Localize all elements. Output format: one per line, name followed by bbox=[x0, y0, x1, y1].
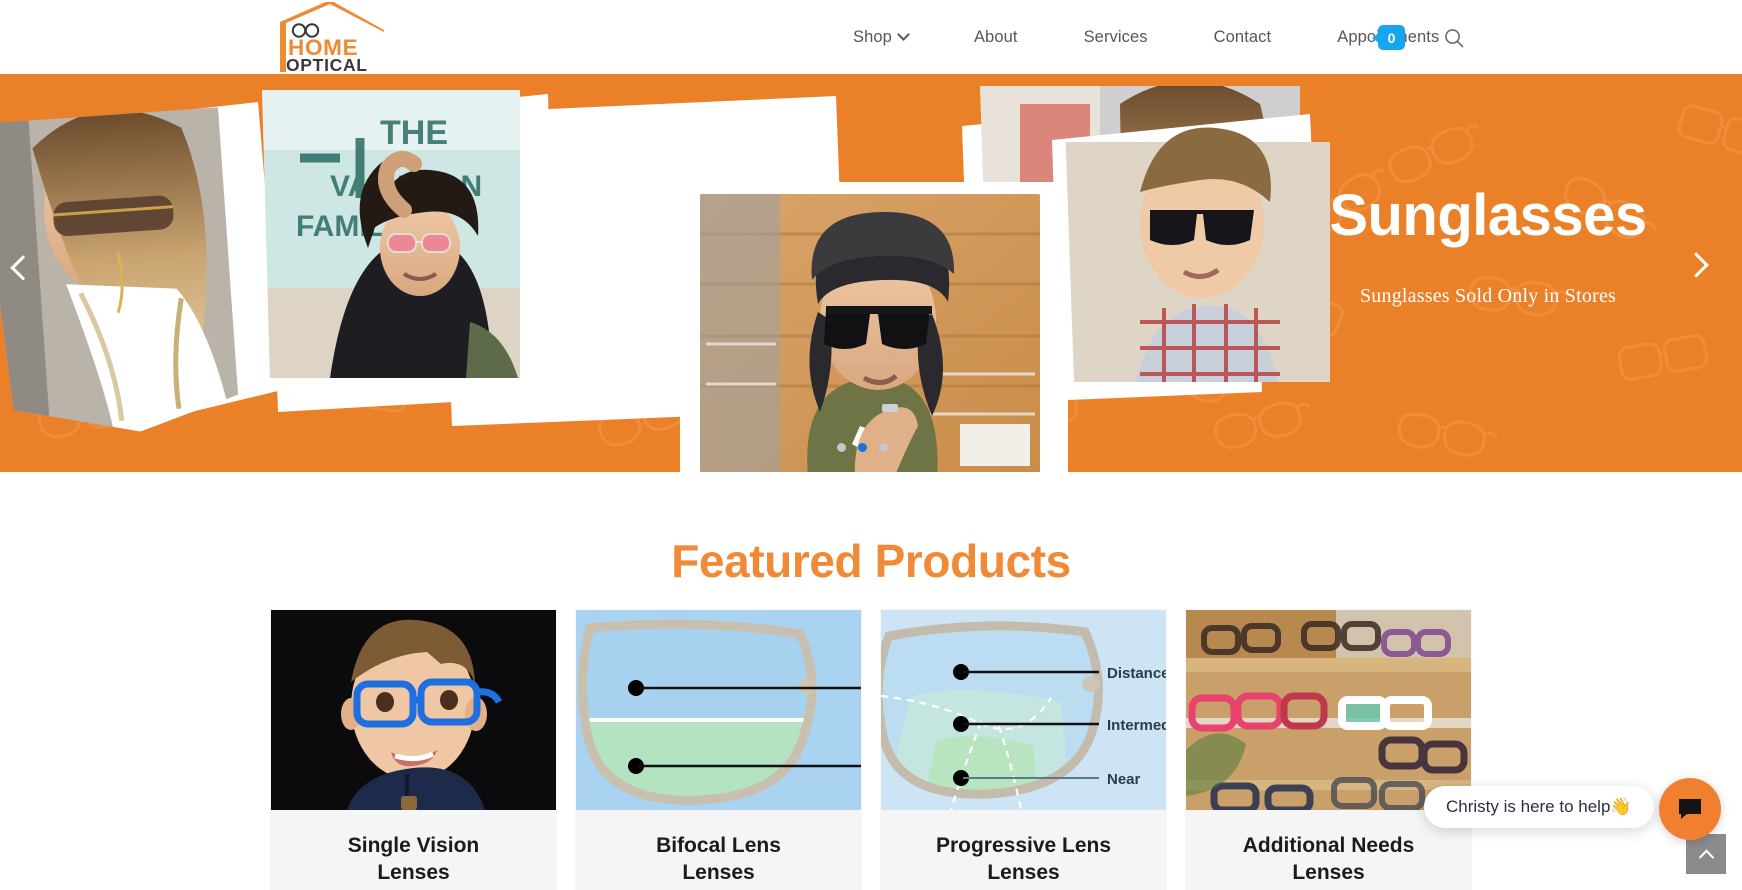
svg-text:Near: Near bbox=[1107, 771, 1141, 788]
chevron-left-icon bbox=[10, 255, 36, 281]
product-subtitle-bifocal-lens: Lenses bbox=[682, 861, 755, 885]
product-title-bifocal-lens[interactable]: Bifocal Lens bbox=[586, 832, 851, 859]
nav-item-contact[interactable]: Contact bbox=[1181, 28, 1305, 47]
svg-text:Intermediate: Intermediate bbox=[1107, 717, 1166, 734]
carousel-dot-2[interactable] bbox=[858, 443, 867, 452]
search-icon bbox=[1445, 29, 1464, 48]
chevron-down-icon bbox=[897, 27, 910, 41]
chevron-up-icon bbox=[1698, 849, 1714, 865]
product-subtitle-progressive-lens: Lenses bbox=[987, 861, 1060, 885]
product-card-progressive-lens: Distance Intermediate Near Progressive L… bbox=[881, 610, 1166, 890]
cart-button[interactable]: 0 bbox=[1372, 25, 1408, 51]
house-glasses-logo: HOME OPTICAL bbox=[280, 2, 384, 74]
nav-item-shop[interactable]: Shop bbox=[820, 28, 941, 47]
hero-text-block: Sunglasses Sunglasses Sold Only in Store… bbox=[1278, 183, 1698, 308]
svg-text:OPTICAL: OPTICAL bbox=[286, 55, 368, 74]
featured-products-heading: Featured Products bbox=[671, 535, 1071, 587]
product-title-additional-needs[interactable]: Additional Needs bbox=[1196, 832, 1461, 859]
svg-text:THE: THE bbox=[380, 114, 448, 152]
eyewear-display-shelf-photo bbox=[1186, 610, 1471, 810]
product-image-bifocal-lens[interactable] bbox=[576, 610, 861, 810]
chat-bubble-icon bbox=[1679, 799, 1701, 819]
carousel-dots bbox=[837, 443, 888, 452]
nav-item-shop-label: Shop bbox=[853, 27, 892, 46]
product-body-additional-needs: Additional Needs Lenses bbox=[1186, 810, 1471, 890]
chat-open-button[interactable] bbox=[1659, 778, 1721, 840]
nav-item-contact-label: Contact bbox=[1213, 27, 1272, 46]
hero-subtitle: Sunglasses Sold Only in Stores bbox=[1359, 284, 1617, 307]
product-image-single-vision[interactable] bbox=[271, 610, 556, 810]
product-body-progressive-lens: Progressive Lens Lenses bbox=[881, 810, 1166, 890]
hero-photo-collage: THE VACATION FAMILY bbox=[0, 86, 1330, 472]
carousel-prev-button[interactable] bbox=[10, 255, 48, 290]
product-body-bifocal-lens: Bifocal Lens Lenses bbox=[576, 810, 861, 890]
nav-item-about-label: About bbox=[973, 27, 1018, 46]
page-root: HOME OPTICAL Shop About Services Contact… bbox=[0, 0, 1742, 890]
product-body-single-vision: Single Vision Lenses bbox=[271, 810, 556, 890]
nav-item-services[interactable]: Services bbox=[1051, 28, 1181, 47]
product-title-progressive-lens[interactable]: Progressive Lens bbox=[891, 832, 1156, 859]
cart-count-badge: 0 bbox=[1378, 25, 1405, 50]
nav-item-about[interactable]: About bbox=[941, 28, 1051, 47]
carousel-next-button[interactable] bbox=[1683, 252, 1724, 290]
chat-greeting-bubble[interactable]: Christy is here to help👋 bbox=[1424, 786, 1654, 828]
product-image-progressive-lens[interactable]: Distance Intermediate Near bbox=[881, 610, 1166, 810]
bifocal-lens-diagram bbox=[576, 610, 861, 810]
boy-blue-eyeglasses-photo bbox=[271, 610, 556, 810]
product-card-single-vision: Single Vision Lenses bbox=[271, 610, 556, 890]
scroll-to-top-button[interactable] bbox=[1686, 834, 1726, 874]
svg-text:Distance: Distance bbox=[1107, 665, 1166, 682]
product-title-single-vision[interactable]: Single Vision bbox=[281, 832, 546, 859]
product-subtitle-additional-needs: Lenses bbox=[1292, 861, 1365, 885]
site-logo[interactable]: HOME OPTICAL bbox=[272, 2, 392, 74]
search-button[interactable] bbox=[1442, 26, 1466, 50]
product-subtitle-single-vision: Lenses bbox=[377, 861, 450, 885]
nav-item-services-label: Services bbox=[1083, 27, 1148, 46]
site-header: HOME OPTICAL Shop About Services Contact… bbox=[0, 0, 1742, 74]
progressive-lens-diagram: Distance Intermediate Near bbox=[881, 610, 1166, 810]
product-image-additional-needs[interactable] bbox=[1186, 610, 1471, 810]
hero-title: Sunglasses bbox=[1329, 183, 1647, 248]
carousel-dot-1[interactable] bbox=[837, 443, 846, 452]
featured-products-grid: Single Vision Lenses Bifocal Lens Lenses… bbox=[0, 610, 1742, 890]
hero-carousel: THE VACATION FAMILY bbox=[0, 74, 1742, 472]
product-card-bifocal-lens: Bifocal Lens Lenses bbox=[576, 610, 861, 890]
product-card-additional-needs: Additional Needs Lenses bbox=[1186, 610, 1471, 890]
carousel-dot-3[interactable] bbox=[879, 443, 888, 452]
